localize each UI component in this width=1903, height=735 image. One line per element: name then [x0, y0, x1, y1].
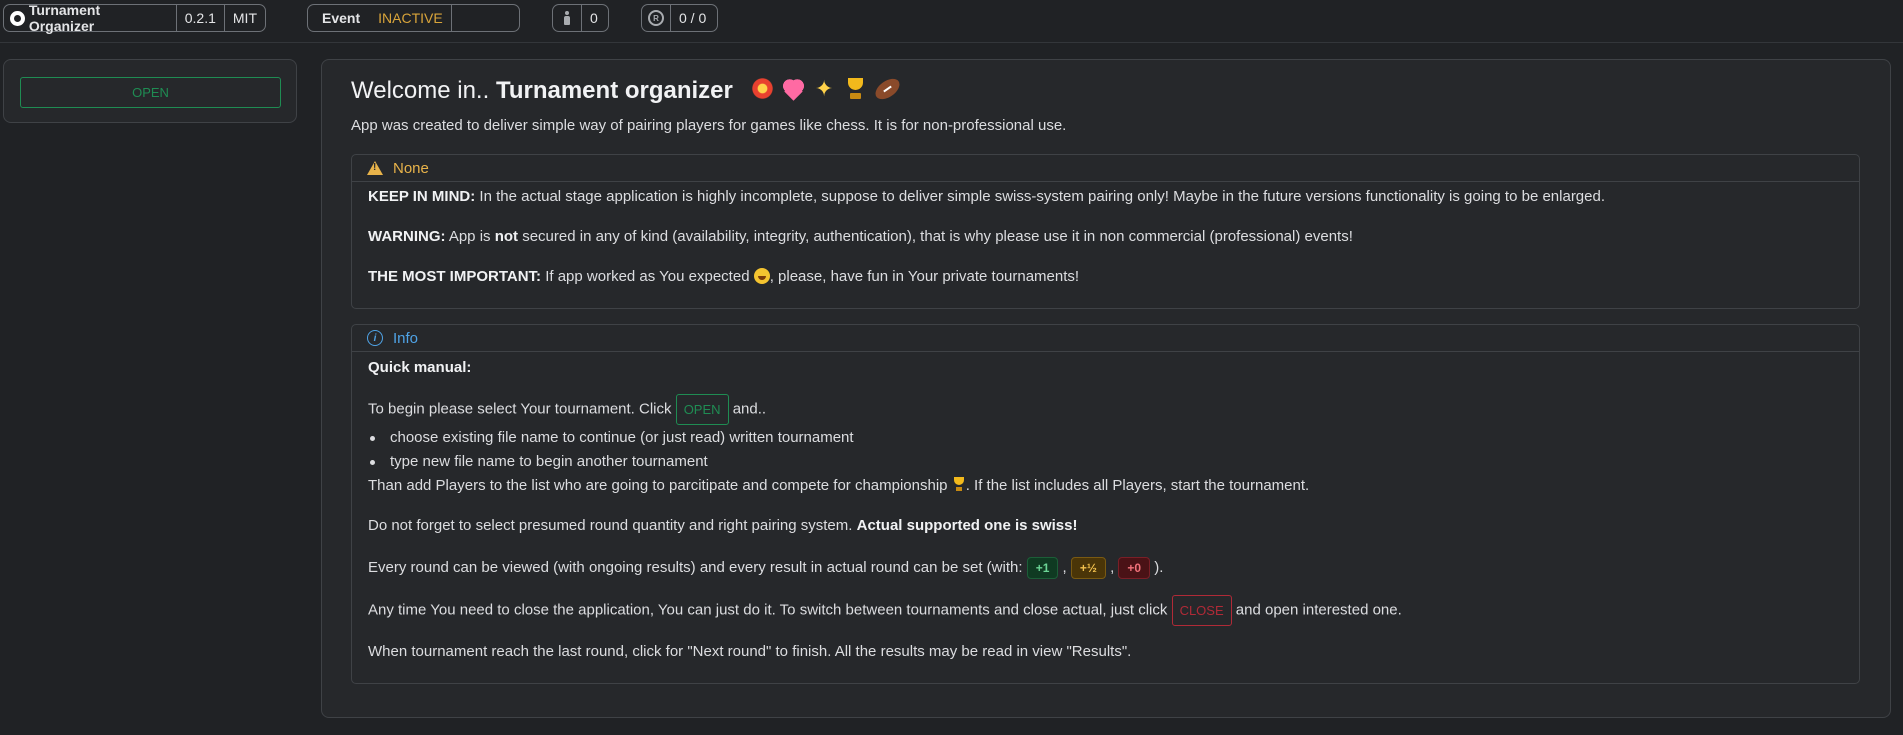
warning-card: None KEEP IN MIND: In the actual stage a…	[351, 154, 1860, 309]
close-text-body: Any time You need to close the applicati…	[368, 601, 1172, 619]
sparkles-icon: ✦	[814, 76, 834, 101]
title-app-name: Turnament organizer	[495, 77, 733, 104]
heart-icon	[780, 76, 806, 101]
rounds-text-body: Do not forget to select presumed round q…	[368, 517, 857, 534]
rounds-icon-segment: R	[642, 5, 670, 31]
keep-in-mind-text: KEEP IN MIND: In the actual stage applic…	[368, 188, 1605, 205]
app-brand[interactable]: Turnament Organizer 0.2.1 MIT	[3, 2, 266, 34]
info-icon: i	[367, 330, 383, 346]
most-important-body-b: , please, have fun in Your private tourn…	[769, 268, 1080, 285]
rounds-text-bold: Actual supported one is swiss!	[856, 517, 1078, 534]
results-text-tail: ).	[1150, 558, 1164, 576]
intro-text: App was created to deliver simple way of…	[351, 117, 1067, 134]
separator: ,	[1105, 558, 1119, 576]
keep-in-mind-label: KEEP IN MIND:	[368, 188, 476, 205]
results-text: Every round can be viewed (with ongoing …	[368, 557, 1163, 579]
begin-text-body: To begin please select Your tournament. …	[368, 400, 676, 418]
close-text: Any time You need to close the applicati…	[368, 595, 1402, 626]
bullet-text: type new file name to begin another tour…	[390, 453, 708, 470]
warning-text: WARNING: App is not secured in any of ki…	[368, 228, 1353, 245]
warning-body-a: App is	[445, 228, 495, 245]
players-text-tail: . If the list includes all Players, star…	[965, 477, 1310, 494]
most-important-text: THE MOST IMPORTANT: If app worked as You…	[368, 268, 1079, 285]
warning-not: not	[494, 228, 519, 245]
grinning-face-icon	[753, 268, 770, 284]
license-segment: MIT	[223, 5, 265, 31]
collision-icon	[749, 76, 775, 101]
app-version: 0.2.1	[184, 10, 216, 26]
players-icon-segment	[553, 5, 581, 31]
info-card-title: Info	[393, 329, 419, 347]
keep-in-mind-body: In the actual stage application is highl…	[475, 188, 1606, 205]
players-count: 0	[581, 5, 606, 31]
warning-card-title: None	[393, 159, 429, 177]
warning-body-b: secured in any of kind (availability, in…	[518, 228, 1353, 245]
warning-icon	[367, 161, 383, 175]
info-card: i Info Quick manual: To begin please sel…	[351, 324, 1860, 684]
person-icon	[563, 11, 571, 25]
inline-open-button[interactable]: OPEN	[675, 394, 729, 425]
list-item: type new file name to begin another tour…	[368, 453, 708, 470]
event-status-pill: Event INACTIVE	[307, 4, 520, 32]
app-name-segment[interactable]: Turnament Organizer	[4, 2, 176, 34]
open-tournament-button[interactable]: OPEN	[20, 77, 281, 108]
results-text-body: Every round can be viewed (with ongoing …	[368, 558, 1027, 576]
warning-card-header: None	[352, 155, 1859, 182]
top-bar: Turnament Organizer 0.2.1 MIT Event INAC…	[0, 0, 1903, 43]
app-name: Turnament Organizer	[28, 2, 101, 34]
players-count-pill: 0	[552, 4, 609, 32]
bullet-text: choose existing file name to continue (o…	[390, 429, 854, 446]
manual-title: Quick manual:	[368, 359, 471, 376]
list-item: choose existing file name to continue (o…	[368, 429, 854, 446]
trophy-icon	[952, 477, 966, 492]
title-emojis: ✦	[749, 74, 903, 104]
loss-badge[interactable]: +0	[1118, 557, 1151, 579]
event-label: Event	[322, 10, 361, 26]
trophy-icon	[843, 76, 868, 101]
title-prefix: Welcome in..	[351, 77, 490, 104]
rounds-text: Do not forget to select presumed round q…	[368, 517, 1078, 534]
draw-badge[interactable]: +½	[1070, 557, 1106, 579]
main-panel: Welcome in.. Turnament organizer ✦ App w…	[321, 59, 1891, 718]
warning-label: WARNING:	[368, 228, 446, 245]
most-important-body-a: If app worked as You expected	[541, 268, 754, 285]
players-text: Than add Players to the list who are goi…	[368, 477, 1309, 494]
info-card-header: i Info	[352, 325, 1859, 352]
finish-text: When tournament reach the last round, cl…	[368, 643, 1132, 660]
version-segment: 0.2.1	[175, 5, 224, 31]
close-text-tail: and open interested one.	[1231, 601, 1402, 619]
rounds-pill: R 0 / 0	[641, 4, 718, 32]
football-icon	[871, 74, 903, 104]
event-name-segment	[450, 5, 519, 31]
round-icon: R	[648, 10, 664, 26]
most-important-label: THE MOST IMPORTANT:	[368, 268, 542, 285]
players-text-body: Than add Players to the list who are goi…	[368, 477, 952, 494]
inline-close-button[interactable]: CLOSE	[1171, 595, 1232, 626]
begin-text: To begin please select Your tournament. …	[368, 394, 766, 425]
separator: ,	[1058, 558, 1071, 576]
event-status: INACTIVE	[378, 10, 443, 26]
begin-text-tail: and..	[728, 400, 767, 418]
page-title: Welcome in.. Turnament organizer ✦	[351, 74, 903, 105]
sidebar: OPEN	[3, 59, 297, 123]
github-icon	[10, 10, 25, 26]
app-license: MIT	[232, 10, 257, 26]
win-badge[interactable]: +1	[1026, 557, 1059, 579]
rounds-value: 0 / 0	[670, 5, 714, 31]
manual-title-text: Quick manual:	[368, 359, 472, 376]
